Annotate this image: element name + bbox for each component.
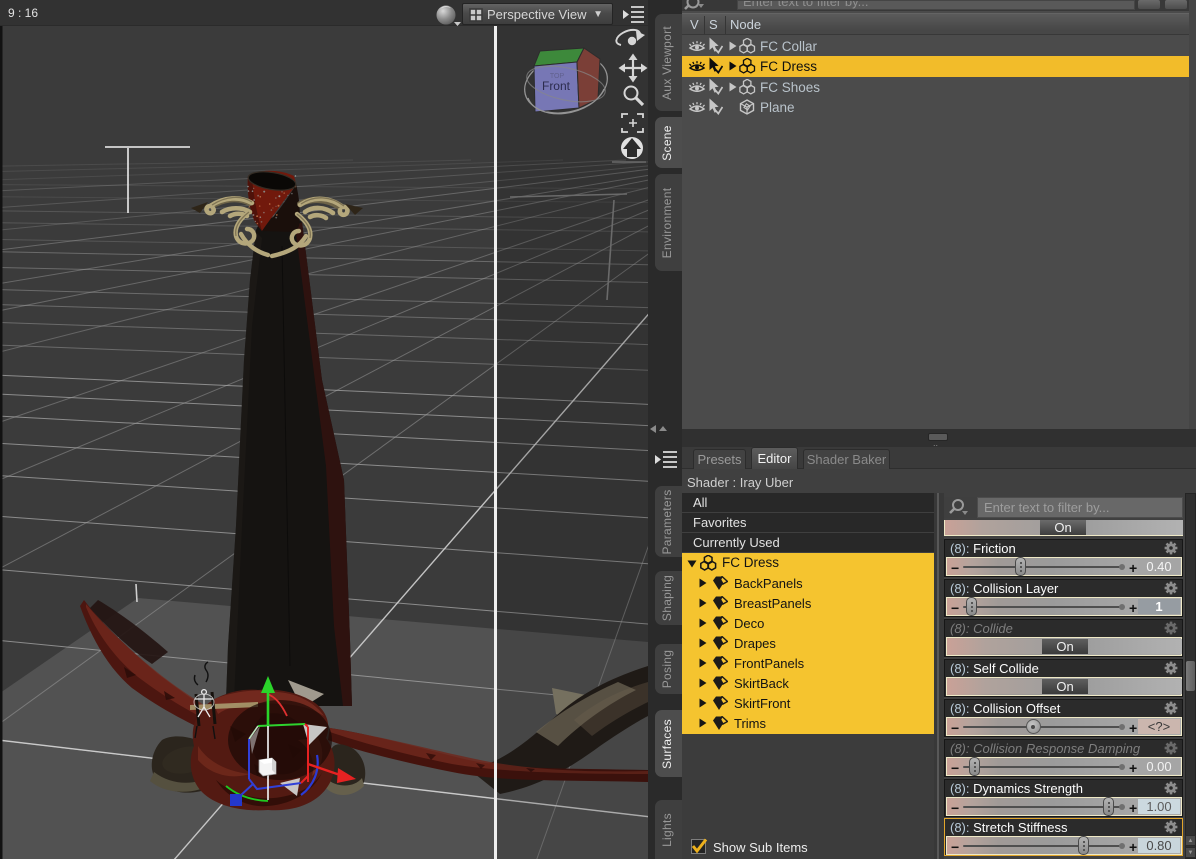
svg-text:Front: Front bbox=[542, 79, 571, 93]
svg-text:TOP: TOP bbox=[550, 73, 565, 80]
